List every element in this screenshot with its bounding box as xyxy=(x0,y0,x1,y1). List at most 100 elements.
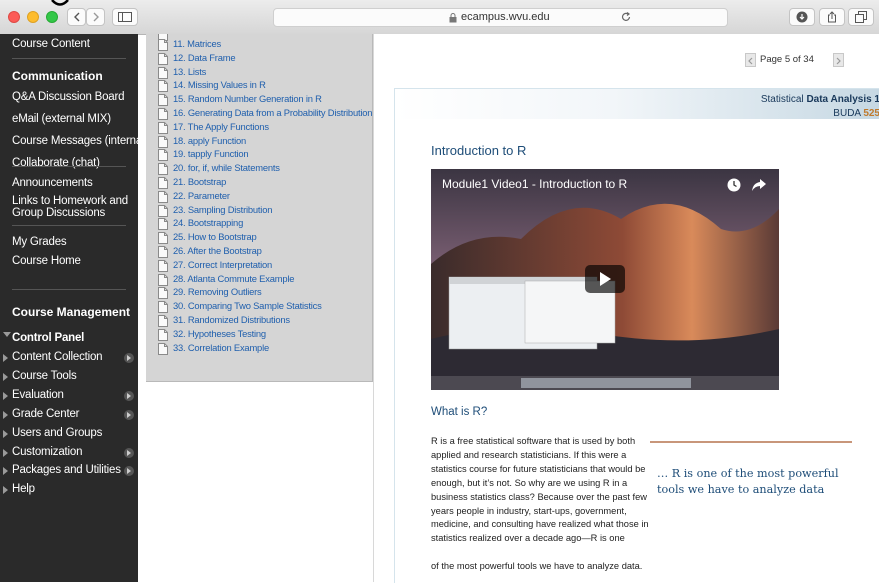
document-icon xyxy=(158,232,168,245)
share-arrow-icon[interactable] xyxy=(751,178,767,192)
menu-links-homework[interactable]: Links to Homework and Group Discussions xyxy=(12,195,132,219)
chevron-left-icon xyxy=(73,12,79,22)
chevron-right-icon xyxy=(836,57,841,65)
section-heading: What is R? xyxy=(431,406,488,418)
sidebar-icon xyxy=(118,12,132,22)
document-icon xyxy=(158,94,168,107)
toc-item-label[interactable]: 30. Comparing Two Sample Statistics xyxy=(173,300,322,311)
expand-arrow-icon[interactable] xyxy=(3,467,8,475)
toc-item-label[interactable]: 31. Randomized Distributions xyxy=(173,314,290,325)
document-icon xyxy=(158,342,168,355)
video-title: Module1 Video1 - Introduction to R xyxy=(442,177,628,191)
cp-evaluation[interactable]: Evaluation xyxy=(12,389,64,401)
document-icon xyxy=(158,328,168,341)
pull-quote: … R is one of the most powerful tools we… xyxy=(657,467,839,496)
play-button[interactable] xyxy=(585,265,625,293)
toc-item-label[interactable]: 26. After the Bootstrap xyxy=(173,245,262,256)
minimize-window-button[interactable] xyxy=(27,11,39,23)
expand-arrow-icon[interactable] xyxy=(3,430,8,438)
expand-circle-icon[interactable] xyxy=(124,410,134,420)
document-icon xyxy=(158,66,168,79)
document-icon xyxy=(158,177,168,189)
course-menu: Course Content Communication Q&A Discuss… xyxy=(0,34,148,582)
close-window-button[interactable] xyxy=(8,11,20,23)
reload-icon[interactable] xyxy=(620,11,632,23)
cp-course-tools[interactable]: Course Tools xyxy=(12,370,77,382)
toc-item-label[interactable]: 24. Bootstrapping xyxy=(173,217,243,228)
maximize-window-button[interactable] xyxy=(46,11,58,23)
expand-circle-icon[interactable] xyxy=(124,353,134,363)
expand-arrow-icon[interactable] xyxy=(3,449,8,457)
module-table-of-contents: 11. Matrices 12. Data Frame 13. Lists 14. M… xyxy=(146,34,373,382)
back-button[interactable] xyxy=(67,8,86,26)
sidebar-toggle-button[interactable] xyxy=(112,8,138,26)
menu-announcements[interactable]: Announcements xyxy=(12,177,93,189)
toc-item-label[interactable]: 25. How to Bootstrap xyxy=(173,231,257,242)
menu-collaborate[interactable]: Collaborate (chat) xyxy=(12,157,100,169)
menu-course-messages[interactable]: Course Messages (internal) xyxy=(12,135,148,147)
toc-item-label[interactable]: 18. apply Function xyxy=(173,135,246,146)
toc-item-label[interactable]: 13. Lists xyxy=(173,66,206,77)
cp-content-collection[interactable]: Content Collection xyxy=(12,351,103,363)
expand-circle-icon[interactable] xyxy=(124,391,134,401)
address-bar[interactable]: ecampus.wvu.edu xyxy=(273,8,728,27)
url-text: ecampus.wvu.edu xyxy=(461,11,550,23)
toc-item-label[interactable]: 20. for, if, while Statements xyxy=(173,162,280,173)
menu-divider xyxy=(12,289,126,290)
cp-grade-center[interactable]: Grade Center xyxy=(12,408,79,420)
slide-title: Introduction to R xyxy=(431,143,527,158)
toc-item-label[interactable]: 32. Hypotheses Testing xyxy=(173,328,266,339)
toc-item-label[interactable]: 14. Missing Values in R xyxy=(173,79,266,90)
expand-circle-icon[interactable] xyxy=(124,448,134,458)
expand-arrow-icon[interactable] xyxy=(3,486,8,494)
menu-course-home[interactable]: Course Home xyxy=(12,255,81,267)
expand-circle-icon[interactable] xyxy=(124,466,134,476)
document-icon xyxy=(158,287,168,300)
toc-item-label[interactable]: 23. Sampling Distribution xyxy=(173,204,272,215)
chevron-right-icon xyxy=(93,12,99,22)
toc-item-label[interactable]: 12. Data Frame xyxy=(173,52,236,63)
forward-button[interactable] xyxy=(86,8,105,26)
toc-item-label[interactable]: 27. Correct Interpretation xyxy=(173,259,272,270)
menu-my-grades[interactable]: My Grades xyxy=(12,236,67,248)
toc-item-label[interactable]: 21. Bootstrap xyxy=(173,176,226,187)
document-icon xyxy=(158,218,168,231)
menu-divider xyxy=(12,225,126,226)
toc-item-label[interactable]: 11. Matrices xyxy=(173,38,221,49)
menu-course-content[interactable]: Course Content xyxy=(12,38,90,50)
menu-email[interactable]: eMail (external MIX) xyxy=(12,113,111,125)
cp-customization[interactable]: Customization xyxy=(12,446,82,458)
expand-arrow-icon[interactable] xyxy=(3,373,8,381)
banner-course-code: BUDA 525 xyxy=(833,108,879,119)
expand-arrow-icon[interactable] xyxy=(3,354,8,362)
tabs-overview-button[interactable] xyxy=(848,8,874,26)
document-icon xyxy=(158,80,168,93)
share-button[interactable] xyxy=(819,8,845,26)
next-page-button[interactable] xyxy=(833,53,844,67)
watch-later-icon[interactable] xyxy=(727,178,741,192)
toc-item-label[interactable]: 19. tapply Function xyxy=(173,148,249,159)
banner-bold: Data Analysis 1 xyxy=(806,94,879,105)
body-paragraph: R is a free statistical software that is… xyxy=(431,436,649,544)
menu-control-panel[interactable]: Control Panel xyxy=(12,332,84,344)
menu-header-communication[interactable]: Communication xyxy=(12,69,103,83)
toc-item-label[interactable]: 33. Correlation Example xyxy=(173,342,269,353)
expand-arrow-icon[interactable] xyxy=(3,411,8,419)
expanded-arrow-icon[interactable] xyxy=(3,332,11,337)
toc-item-label[interactable]: 22. Parameter xyxy=(173,190,230,201)
video-player[interactable]: Module1 Video1 - Introduction to R xyxy=(431,169,779,390)
cp-packages-and-utilities[interactable]: Packages and Utilities xyxy=(12,464,121,476)
cp-users-and-groups[interactable]: Users and Groups xyxy=(12,427,102,439)
body-paragraph-last-line: of the most powerful tools we have to an… xyxy=(431,561,643,571)
toc-item-label[interactable]: 28. Atlanta Commute Example xyxy=(173,273,294,284)
expand-arrow-icon[interactable] xyxy=(3,392,8,400)
tabs-icon xyxy=(855,11,867,23)
toc-item-label[interactable]: 16. Generating Data from a Probability D… xyxy=(173,107,372,118)
cp-help[interactable]: Help xyxy=(12,483,35,495)
toc-item-label[interactable]: 15. Random Number Generation in R xyxy=(173,93,322,104)
toc-item-label[interactable]: 29. Removing Outliers xyxy=(173,286,262,297)
downloads-button[interactable] xyxy=(789,8,815,26)
menu-qa-discussion-board[interactable]: Q&A Discussion Board xyxy=(12,91,125,103)
toc-item-label[interactable]: 17. The Apply Functions xyxy=(173,121,269,132)
previous-page-button[interactable] xyxy=(745,53,756,67)
